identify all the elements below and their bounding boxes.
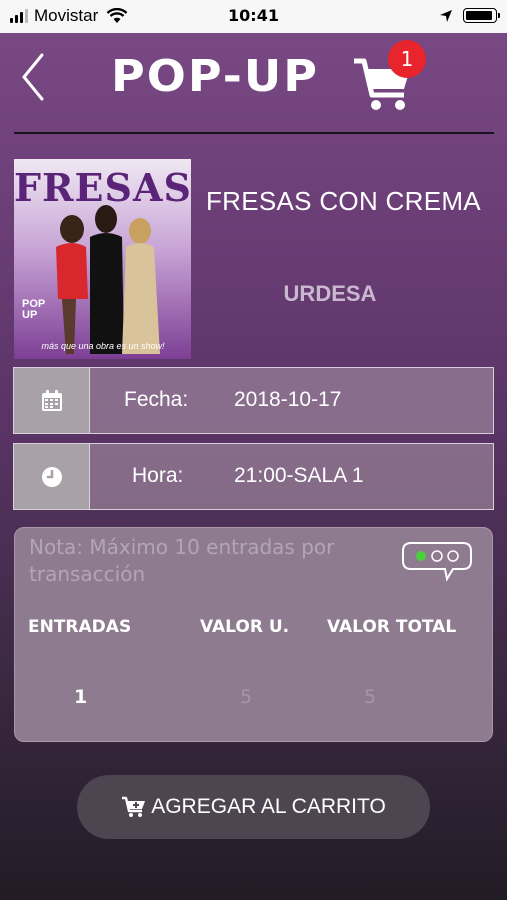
- clock: 10:41: [228, 6, 279, 25]
- column-header-entradas: ENTRADAS: [28, 617, 132, 637]
- show-venue: URDESA: [283, 281, 377, 306]
- unit-price: 5: [240, 686, 253, 708]
- header-divider: [14, 132, 494, 134]
- time-icon-cell: [14, 444, 90, 509]
- date-icon-cell: [14, 368, 90, 433]
- poster-title: FRESAS: [14, 165, 191, 210]
- status-bar: Movistar 10:41: [0, 0, 507, 33]
- column-header-valor-total: VALOR TOTAL: [327, 617, 457, 637]
- location-arrow-icon: [440, 9, 452, 22]
- ticket-panel: Nota: Máximo 10 entradas por transacción…: [14, 527, 493, 742]
- column-header-valor-unitario: VALOR U.: [200, 617, 290, 637]
- date-label: Fecha:: [124, 388, 189, 411]
- app-logo: POP-UP: [111, 50, 319, 102]
- chat-bubble-icon: [402, 542, 472, 582]
- poster-logo-line2: UP: [22, 309, 38, 321]
- ticket-quantity[interactable]: 1: [74, 686, 87, 708]
- date-row: Fecha: 2018-10-17: [13, 367, 494, 434]
- total-price: 5: [364, 686, 377, 708]
- date-value: 2018-10-17: [234, 388, 342, 411]
- time-label: Hora:: [132, 464, 184, 487]
- cart-count-badge: 1: [388, 40, 426, 78]
- calendar-icon: [41, 389, 62, 411]
- add-to-cart-icon: [122, 796, 146, 817]
- time-row: Hora: 21:00-SALA 1: [13, 443, 494, 510]
- show-title: FRESAS CON CREMA: [206, 186, 481, 216]
- clock-icon: [41, 466, 62, 487]
- max-tickets-note: Nota: Máximo 10 entradas por transacción: [29, 535, 335, 586]
- back-button[interactable]: [18, 52, 48, 102]
- show-poster: FRESAS POP UP más que una obra es un sho…: [14, 159, 191, 359]
- battery-icon: [463, 8, 500, 23]
- time-value: 21:00-SALA 1: [234, 464, 364, 487]
- add-to-cart-button[interactable]: AGREGAR AL CARRITO: [77, 775, 430, 839]
- poster-logo: POP UP: [22, 299, 45, 321]
- poster-tagline: más que una obra es un show!: [41, 341, 165, 351]
- add-to-cart-label: AGREGAR AL CARRITO: [151, 795, 386, 818]
